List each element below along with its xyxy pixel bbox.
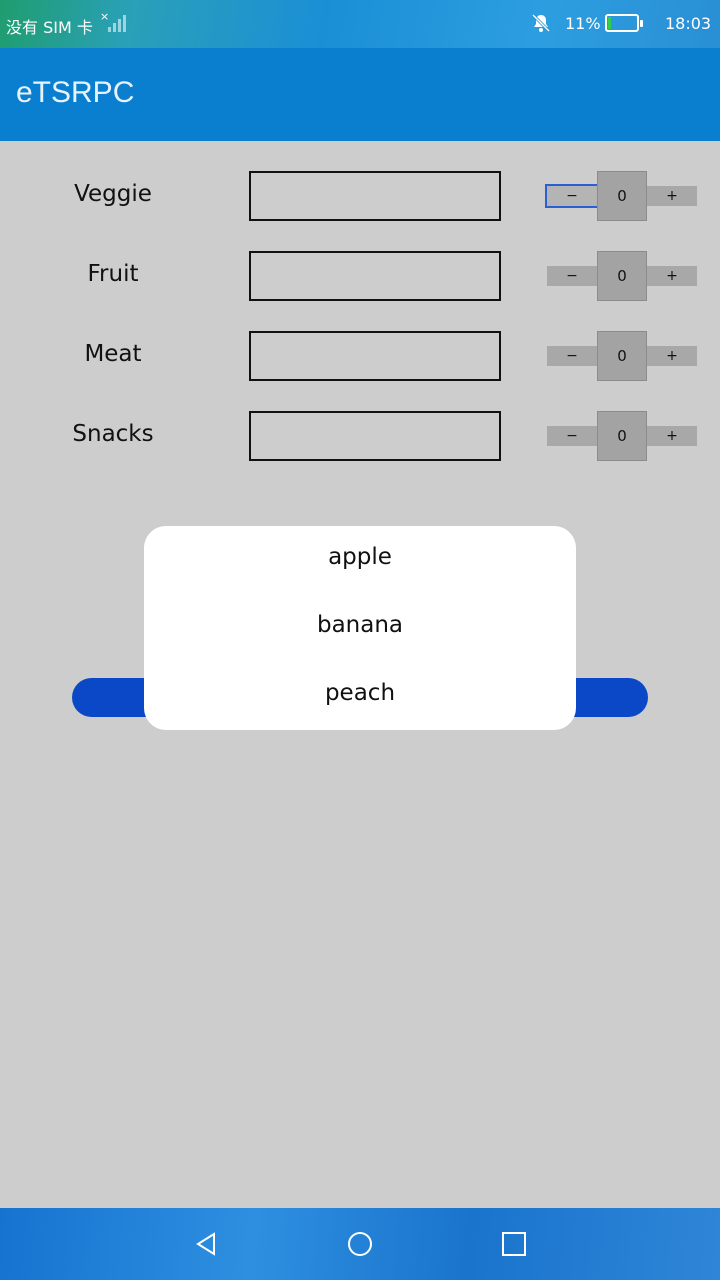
options-popup: apple banana peach	[144, 526, 576, 730]
stepper-value: 0	[597, 171, 647, 221]
status-bar: 没有 SIM 卡 × 11% 18:03	[0, 0, 720, 48]
meat-stepper: − 0 +	[547, 331, 697, 381]
back-icon[interactable]	[190, 1228, 222, 1260]
row-label: Meat	[84, 341, 142, 367]
decrement-button[interactable]: −	[547, 266, 597, 286]
stepper-value: 0	[597, 331, 647, 381]
snacks-stepper: − 0 +	[547, 411, 697, 461]
meat-input[interactable]	[249, 331, 501, 381]
carrier-label: 没有 SIM 卡	[6, 18, 93, 37]
navigation-bar	[0, 1208, 720, 1280]
battery-percent: 11%	[565, 14, 601, 33]
stepper-value: 0	[597, 251, 647, 301]
decrement-button[interactable]: −	[547, 426, 597, 446]
option-banana[interactable]: banana	[144, 612, 576, 638]
row-veggie: Veggie − 0 +	[0, 171, 720, 221]
fruit-input[interactable]	[249, 251, 501, 301]
row-meat: Meat − 0 +	[0, 331, 720, 381]
fruit-stepper: − 0 +	[547, 251, 697, 301]
increment-button[interactable]: +	[647, 266, 697, 286]
clock: 18:03	[665, 14, 712, 33]
home-icon[interactable]	[344, 1228, 376, 1260]
veggie-input[interactable]	[249, 171, 501, 221]
battery-icon	[605, 14, 643, 32]
bell-muted-icon	[531, 13, 551, 33]
snacks-input[interactable]	[249, 411, 501, 461]
battery-level	[608, 17, 612, 29]
row-label: Fruit	[87, 261, 139, 287]
veggie-stepper: − 0 +	[547, 171, 697, 221]
decrement-button[interactable]: −	[547, 186, 597, 206]
increment-button[interactable]: +	[647, 426, 697, 446]
decrement-button[interactable]: −	[547, 346, 597, 366]
row-fruit: Fruit − 0 +	[0, 251, 720, 301]
stepper-value: 0	[597, 411, 647, 461]
row-snacks: Snacks − 0 +	[0, 411, 720, 461]
app-bar: eTSRPC	[0, 48, 720, 141]
row-label: Snacks	[72, 421, 154, 447]
recents-icon[interactable]	[498, 1228, 530, 1260]
row-label: Veggie	[74, 181, 152, 207]
increment-button[interactable]: +	[647, 186, 697, 206]
option-apple[interactable]: apple	[144, 544, 576, 570]
no-signal-icon	[108, 14, 128, 32]
increment-button[interactable]: +	[647, 346, 697, 366]
app-title: eTSRPC	[16, 76, 135, 109]
option-peach[interactable]: peach	[144, 680, 576, 706]
